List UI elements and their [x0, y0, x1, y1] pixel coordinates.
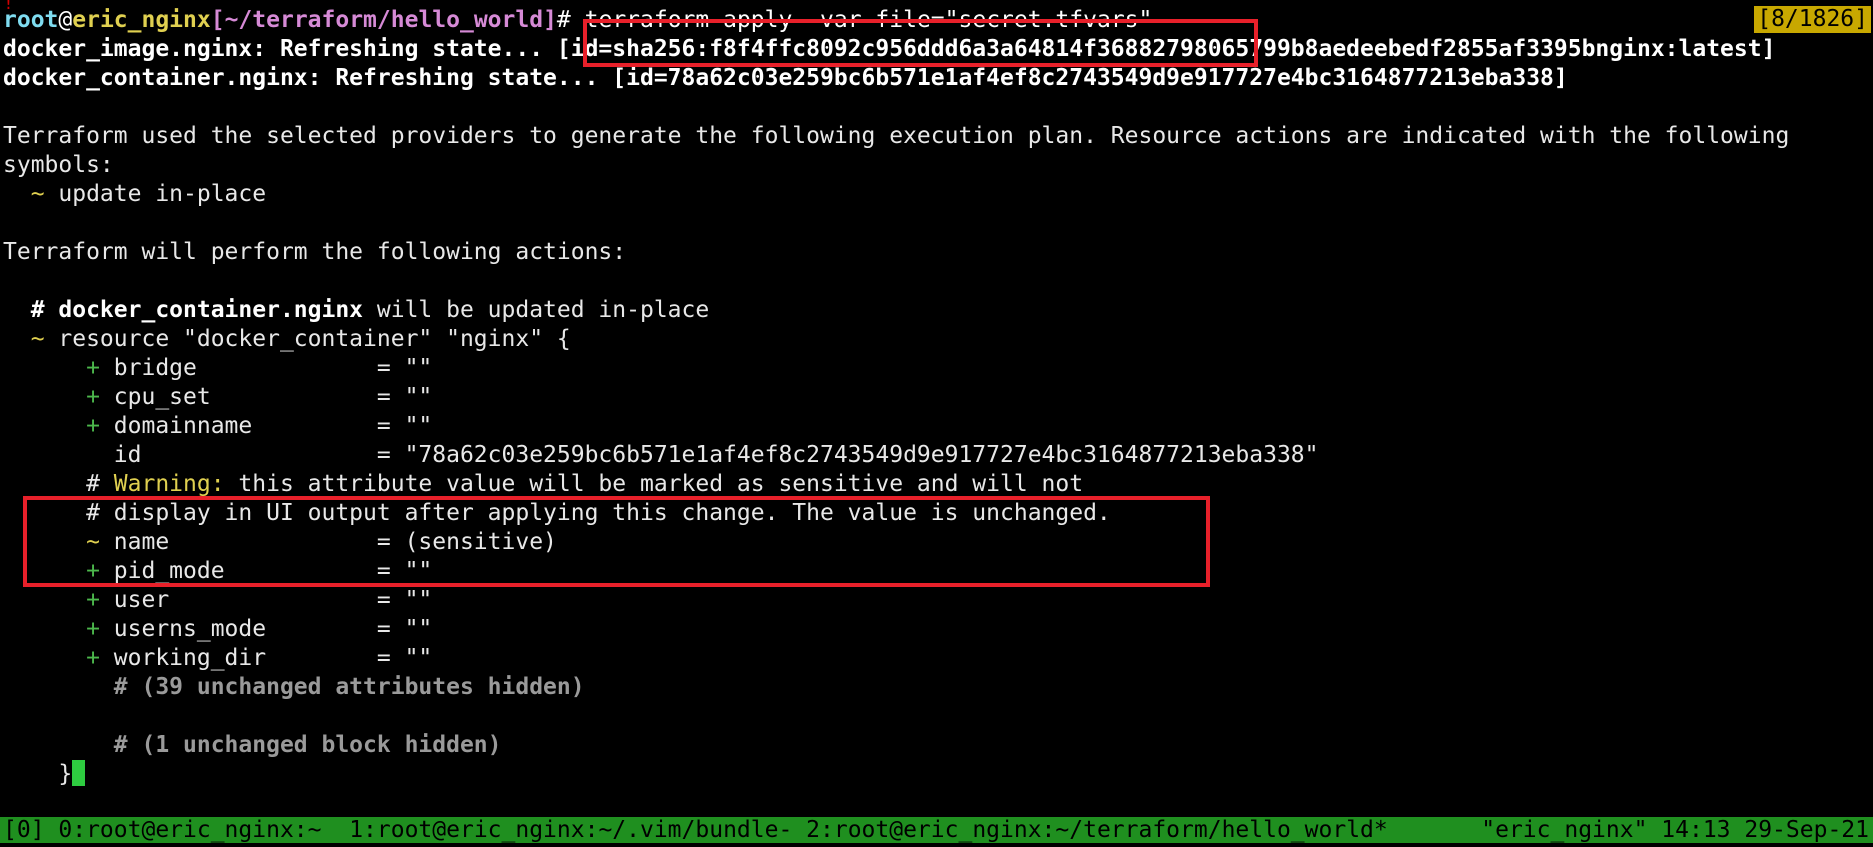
hidden-block-note: # (1 unchanged block hidden) — [3, 732, 502, 758]
update-tilde: ~ — [3, 529, 100, 555]
prompt-at: @ — [58, 7, 73, 33]
symbol-description: update in-place — [44, 181, 267, 207]
change-marker: + — [3, 558, 100, 584]
prompt-line: root@eric_nginx[~/terraform/hello_world]… — [3, 6, 1871, 35]
attribute-text: bridge = "" — [99, 355, 433, 381]
command-text: terraform apply -var-file="secret.tfvars… — [570, 7, 1153, 33]
change-marker: + — [3, 616, 100, 642]
resource-comment-line: # docker_container.nginx will be updated… — [3, 296, 1871, 325]
resource-declaration: resource "docker_container" "nginx" { — [44, 326, 571, 352]
attribute-name-line: ~ name = (sensitive) — [3, 528, 1871, 557]
attribute-line: + working_dir = "" — [3, 644, 1871, 673]
session-label: [0] — [3, 817, 45, 843]
change-marker — [3, 442, 100, 468]
window-tab-2[interactable]: 2:root@eric_nginx:~/terraform/hello_worl… — [806, 817, 1388, 843]
symbol-legend-line: ~ update in-place — [3, 180, 1871, 209]
warning-line-1: # Warning: this attribute value will be … — [3, 470, 1871, 499]
attribute-line: + cpu_set = "" — [3, 383, 1871, 412]
warning-hash: # — [3, 471, 114, 497]
change-marker: + — [3, 384, 100, 410]
warning-label: Warning: — [113, 471, 225, 497]
attribute-text: working_dir = "" — [99, 645, 433, 671]
hidden-attributes-note: # (39 unchanged attributes hidden) — [3, 674, 585, 700]
prompt-host: eric_nginx — [72, 7, 211, 33]
closing-brace: } — [3, 761, 73, 787]
window-tab-0[interactable]: 0:root@eric_nginx:~ — [45, 817, 336, 843]
update-tilde: ~ — [3, 326, 45, 352]
resource-address: docker_container.nginx — [58, 297, 364, 323]
refresh-container-line: docker_container.nginx: Refreshing state… — [3, 65, 1568, 91]
closing-brace-line: } — [3, 759, 1871, 789]
attribute-line: id = "78a62c03e259bc6b571e1af4ef8c274354… — [3, 441, 1871, 470]
change-marker: + — [3, 587, 100, 613]
resource-declaration-line: ~ resource "docker_container" "nginx" { — [3, 325, 1871, 354]
change-marker: + — [3, 413, 100, 439]
comment-hash: # — [3, 297, 59, 323]
tilde-symbol: ~ — [3, 181, 45, 207]
warning-line-2: # display in UI output after applying th… — [3, 500, 1111, 526]
status-right: "eric_nginx" 14:13 29-Sep-21 — [1481, 817, 1869, 843]
window-tab-1[interactable]: 1:root@eric_nginx:~/.vim/bundle- — [335, 817, 806, 843]
attribute-name-text: name = (sensitive) — [99, 529, 557, 555]
attribute-line: + domainname = "" — [3, 412, 1871, 441]
prompt-path: [~/terraform/hello_world] — [210, 7, 557, 33]
prompt-symbol: # — [556, 7, 571, 33]
attribute-text: pid_mode = "" — [99, 558, 433, 584]
status-left: [0] 0:root@eric_nginx:~ 1:root@eric_ngin… — [3, 817, 1388, 843]
attribute-line: + user = "" — [3, 586, 1871, 615]
attribute-line: + userns_mode = "" — [3, 615, 1871, 644]
terminal-cursor — [72, 759, 86, 786]
attribute-text: cpu_set = "" — [99, 384, 433, 410]
terminal-output[interactable]: root@eric_nginx[~/terraform/hello_world]… — [3, 6, 1871, 814]
attribute-text: domainname = "" — [99, 413, 433, 439]
prompt-user: root — [3, 7, 59, 33]
tmux-status-bar: [0] 0:root@eric_nginx:~ 1:root@eric_ngin… — [0, 817, 1873, 843]
attribute-text: user = "" — [99, 587, 433, 613]
warning-text: this attribute value will be marked as s… — [224, 471, 1084, 497]
refresh-image-line: docker_image.nginx: Refreshing state... … — [3, 36, 1776, 62]
actions-header: Terraform will perform the following act… — [3, 239, 627, 265]
plan-intro-line-2: symbols: — [3, 152, 114, 178]
attribute-line: + bridge = "" — [3, 354, 1871, 383]
change-marker: + — [3, 355, 100, 381]
attribute-line: + pid_mode = "" — [3, 557, 1871, 586]
attribute-text: userns_mode = "" — [99, 616, 433, 642]
change-marker: + — [3, 645, 100, 671]
attribute-text: id = "78a62c03e259bc6b571e1af4ef8c274354… — [99, 442, 1319, 468]
plan-intro-line: Terraform used the selected providers to… — [3, 123, 1790, 149]
resource-comment-suffix: will be updated in-place — [363, 297, 710, 323]
